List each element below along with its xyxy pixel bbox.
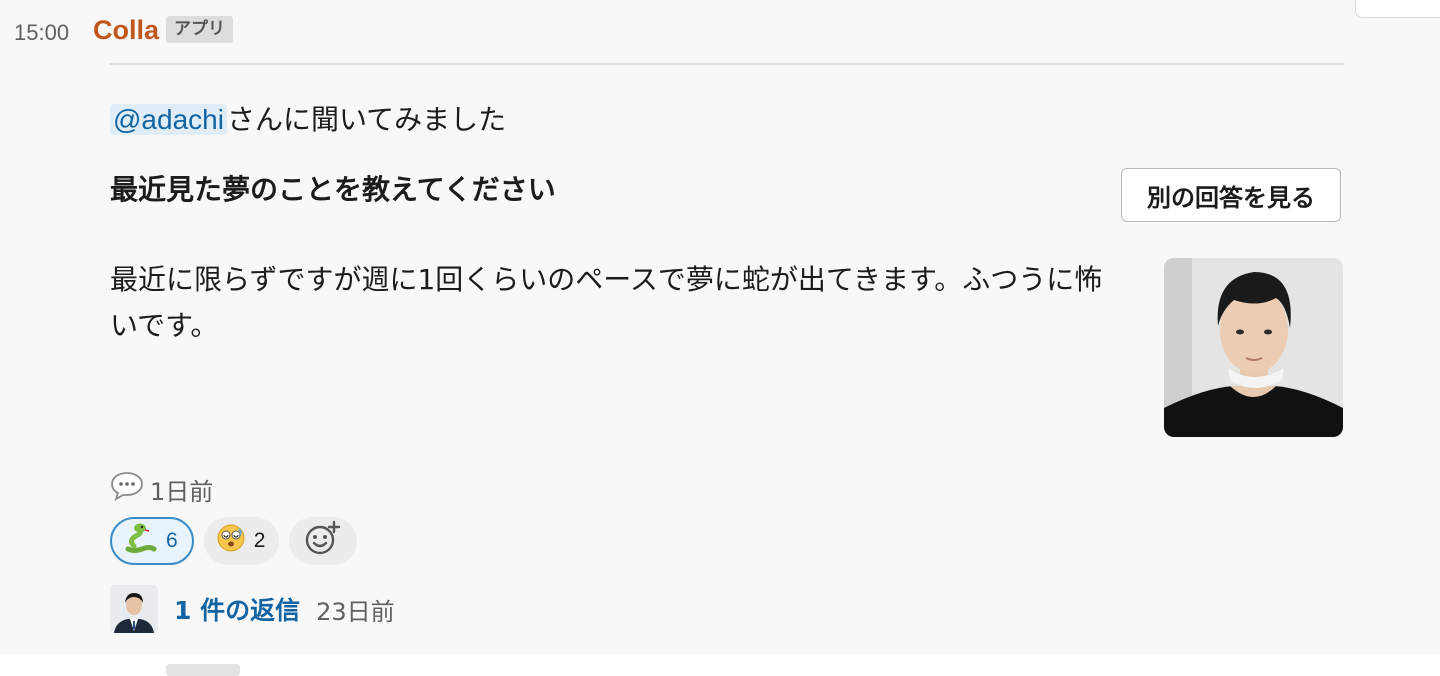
intro-line: @adachi さんに聞いてみました: [110, 100, 506, 140]
divider: [110, 63, 1344, 65]
answer-text: 最近に限らずですが週に1回くらいのペースで夢に蛇が出てきます。ふつうに怖いです。: [110, 263, 1103, 342]
reaction-snake[interactable]: 6: [110, 517, 194, 565]
replies-link[interactable]: 1 件の返信: [174, 591, 300, 627]
dizzy-face-icon: [216, 523, 246, 559]
speech-bubble-icon: [110, 470, 144, 508]
last-reply-time: 23日前: [316, 597, 395, 626]
user-mention[interactable]: @adachi: [110, 104, 227, 135]
intro-text: さんに聞いてみました: [226, 103, 507, 136]
message: 15:00 Colla アプリ @adachi さんに聞いてみました 最近見た夢の…: [0, 0, 1440, 654]
answer-age: 1日前: [150, 477, 214, 506]
app-badge: アプリ: [166, 16, 233, 43]
reaction-bar: 6 2: [110, 517, 358, 565]
reaction-count: 6: [166, 529, 178, 552]
snake-icon: [124, 522, 158, 560]
question-title: 最近見た夢のことを教えてください: [110, 173, 556, 206]
respondent-photo[interactable]: [1164, 258, 1343, 437]
message-timestamp[interactable]: 15:00: [14, 20, 69, 46]
avatar[interactable]: [110, 585, 158, 633]
sender-name[interactable]: Colla: [93, 15, 159, 46]
other-answer-button[interactable]: 別の回答を見る: [1121, 168, 1341, 222]
answer-meta: 1日前: [110, 470, 213, 508]
message-actions-toolbar[interactable]: [1355, 0, 1440, 18]
thread-summary: 1 件の返信 23日前: [110, 585, 395, 633]
reaction-count: 2: [253, 529, 266, 552]
reaction-dizzy-face[interactable]: 2: [203, 517, 280, 565]
add-reaction-icon: [304, 520, 342, 562]
next-message-stub: [166, 664, 240, 676]
add-reaction-button[interactable]: [289, 517, 358, 565]
